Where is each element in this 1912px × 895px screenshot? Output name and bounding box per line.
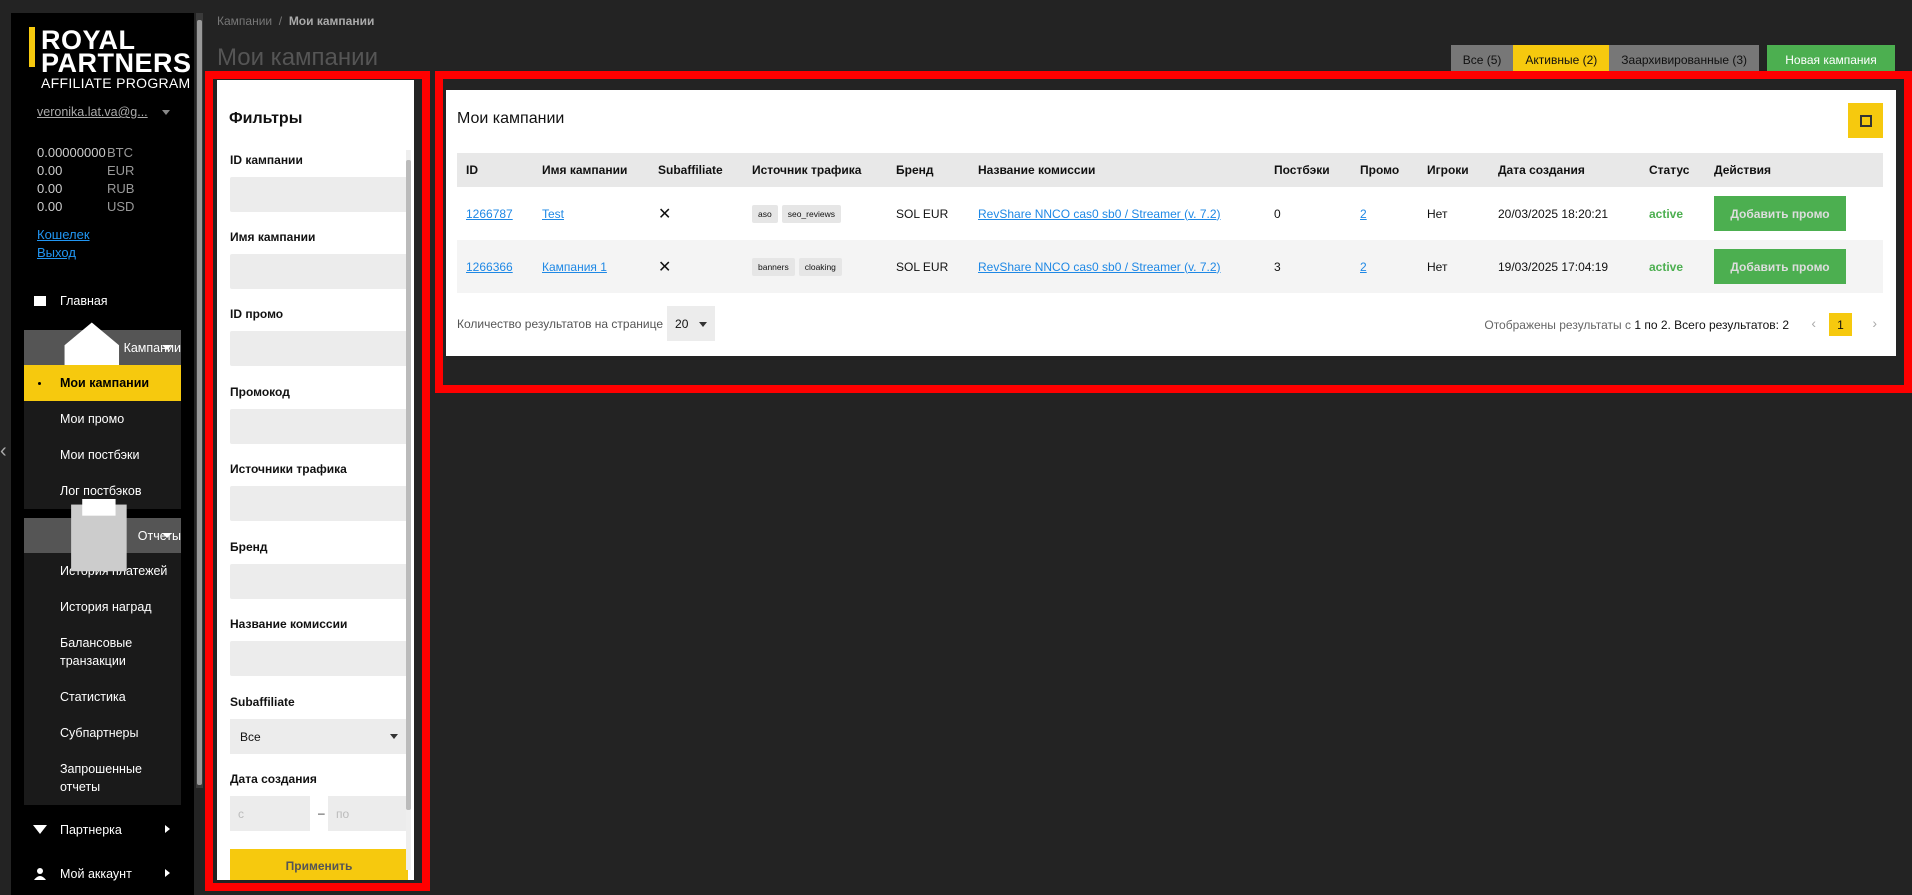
sidebar-item-balance-transactions[interactable]: Балансовые транзакции [24, 625, 181, 679]
sidebar-item-subpartners[interactable]: Субпартнеры [24, 715, 181, 751]
menu-reports-label: Отчеты [137, 528, 181, 543]
sidebar-item-my-postbacks[interactable]: Мои постбэки [24, 437, 181, 473]
funnel-icon [33, 825, 47, 834]
sidebar-item-my-campaigns[interactable]: Мои кампании [24, 365, 181, 401]
menu-home-label: Главная [60, 294, 108, 308]
breadcrumb: Кампании / Мои кампании [217, 14, 374, 28]
highlight-box-table [435, 71, 1912, 393]
logo-bar [29, 27, 35, 67]
sidebar-item-requested-reports[interactable]: Запрошенные отчеты [24, 751, 181, 805]
user-email[interactable]: veronika.lat.va@g... [37, 105, 148, 119]
menu-campaigns-label: Кампании [123, 340, 181, 355]
balance-btc: 0.00000000BTC [37, 145, 133, 160]
sidebar-item-statistics[interactable]: Статистика [24, 679, 181, 715]
chevron-down-icon[interactable] [162, 110, 170, 115]
balance-rub: 0.00 RUB [37, 181, 135, 196]
menu-home[interactable]: Главная [24, 283, 181, 319]
sidebar: ROYAL PARTNERS AFFILIATE PROGRAM veronik… [11, 13, 194, 895]
menu-account[interactable]: Мой аккаунт [24, 856, 181, 892]
chevron-right-icon [165, 825, 170, 833]
menu-group-campaigns: Кампании Мои кампании Мои промо Мои пост… [24, 322, 181, 509]
menu-partner-label: Партнерка [60, 823, 122, 837]
chevron-down-icon [162, 533, 172, 538]
chevron-right-icon [165, 869, 170, 877]
wallet-link[interactable]: Кошелек [37, 227, 90, 242]
sidebar-item-reward-history[interactable]: История наград [24, 589, 181, 625]
logo-subtitle: AFFILIATE PROGRAM [41, 75, 191, 91]
sidebar-item-my-promo[interactable]: Мои промо [24, 401, 181, 437]
balance-eur: 0.00 EUR [37, 163, 135, 178]
highlight-box-filters [205, 71, 430, 891]
breadcrumb-current: Мои кампании [288, 14, 375, 28]
breadcrumb-separator: / [278, 14, 283, 28]
logo-line2: PARTNERS [41, 48, 192, 78]
user-icon [34, 868, 46, 880]
home-icon [34, 296, 46, 306]
menu-reports[interactable]: Отчеты [24, 499, 181, 572]
menu-campaigns[interactable]: Кампании [24, 322, 181, 373]
logout-link[interactable]: Выход [37, 245, 76, 260]
clipboard-icon [71, 499, 127, 572]
breadcrumb-root[interactable]: Кампании [217, 14, 272, 28]
menu-partner[interactable]: Партнерка [24, 812, 181, 848]
sidebar-scrollbar-thumb[interactable] [197, 20, 202, 785]
page-title: Мои кампании [217, 44, 378, 71]
balance-usd: 0.00 USD [37, 199, 135, 214]
menu-account-label: Мой аккаунт [60, 867, 132, 881]
chevron-down-icon [162, 345, 172, 350]
menu-group-reports: Отчеты История платежей История наград Б… [24, 499, 181, 805]
collapse-sidebar-icon[interactable]: ‹ [0, 440, 7, 463]
